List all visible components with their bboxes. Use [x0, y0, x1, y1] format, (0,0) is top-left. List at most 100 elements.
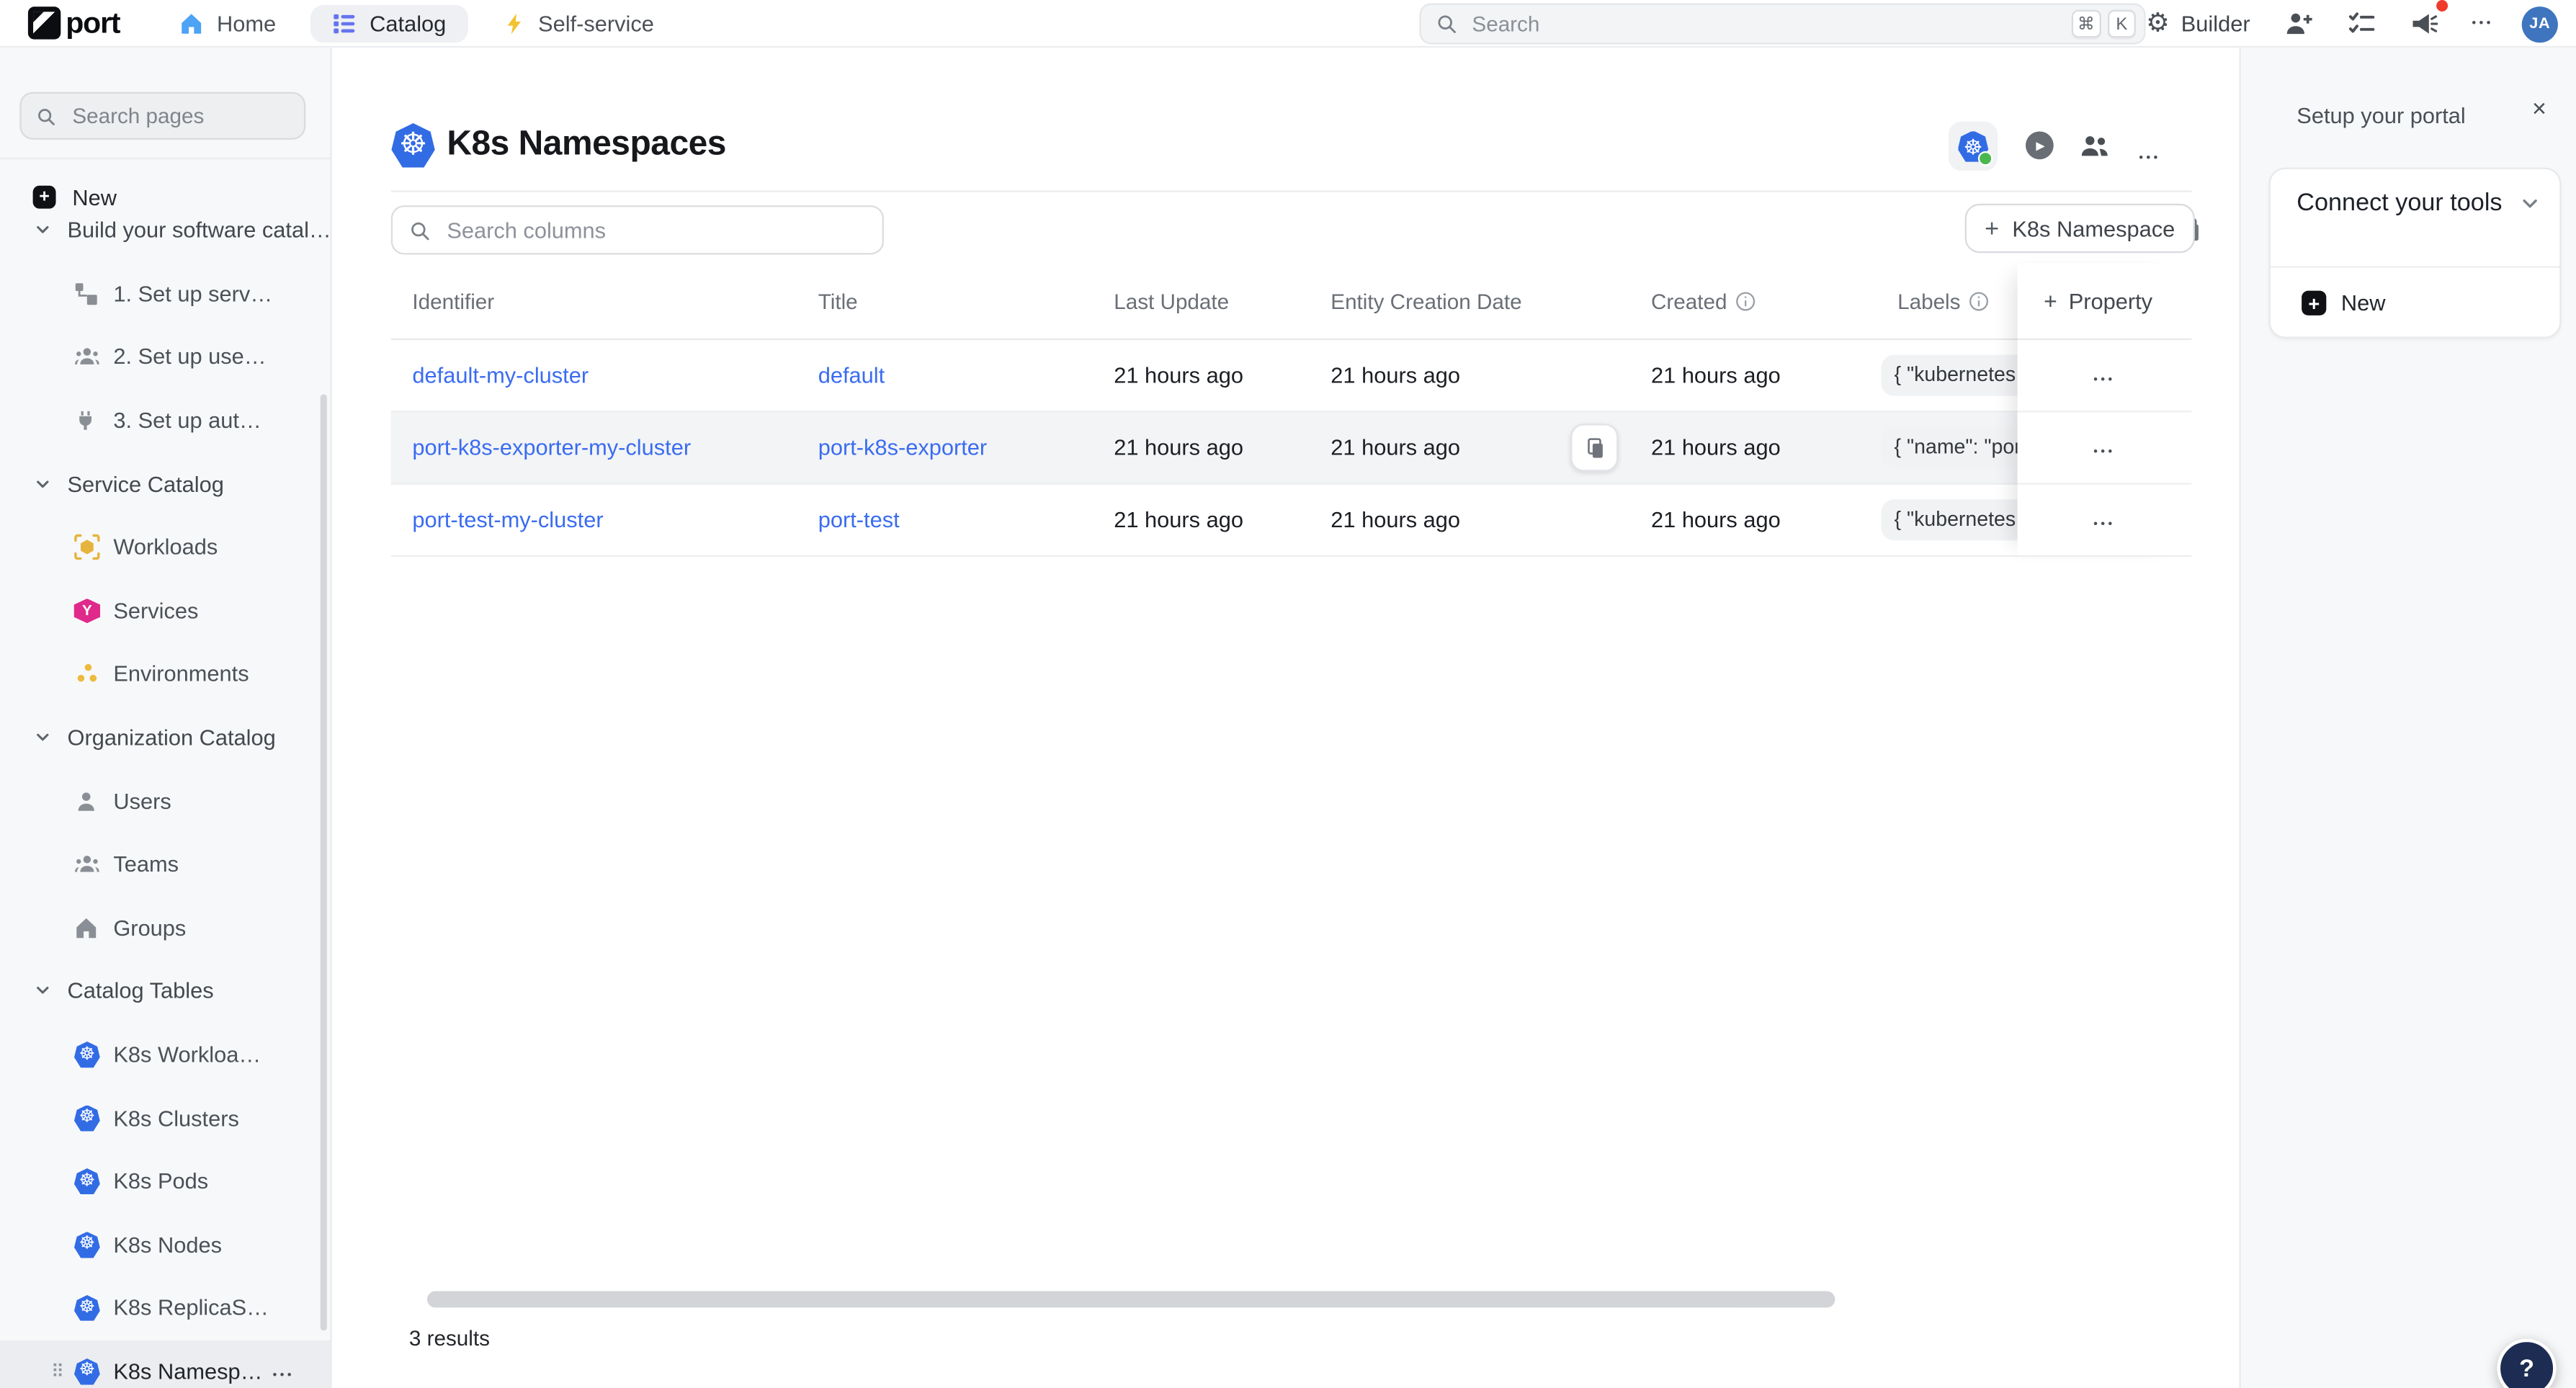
- workloads-cube-icon: [74, 534, 100, 560]
- sidebar-group-organization-catalog[interactable]: Organization Catalog: [0, 706, 332, 769]
- global-search[interactable]: ⌘ K: [1419, 4, 2145, 45]
- more-menu-button[interactable]: •••: [2472, 18, 2493, 30]
- sidebar-item-k8s-clusters[interactable]: ☸ K8s Clusters: [0, 1086, 332, 1150]
- builder-button[interactable]: ⚙ Builder: [2146, 11, 2250, 37]
- close-icon[interactable]: ×: [2532, 97, 2546, 122]
- gear-icon: ⚙: [2146, 11, 2170, 37]
- sidebar-item-k8s-nodes[interactable]: ☸ K8s Nodes: [0, 1213, 332, 1276]
- table-row[interactable]: default-my-cluster default 21 hours ago …: [391, 340, 2192, 412]
- title-link[interactable]: port-test: [818, 508, 900, 532]
- tasks-checklist-button[interactable]: [2347, 10, 2375, 38]
- user-avatar[interactable]: JA: [2522, 6, 2558, 42]
- sidebar-search-input[interactable]: [69, 102, 290, 130]
- identifier-link[interactable]: port-k8s-exporter-my-cluster: [412, 435, 691, 460]
- row-actions-cell: •••: [2018, 485, 2192, 557]
- column-header-entity-creation-date[interactable]: Entity Creation Date: [1310, 263, 1630, 339]
- port-logo[interactable]: port: [28, 6, 120, 40]
- sidebar-item-services[interactable]: Y Services: [0, 579, 332, 642]
- sidebar-group-label: Catalog Tables: [68, 979, 214, 1003]
- copy-value-button[interactable]: [1570, 424, 1618, 471]
- sidebar-item-label: Groups: [113, 915, 186, 940]
- plus-icon: +: [2044, 287, 2057, 313]
- announcements-button[interactable]: [2410, 10, 2438, 38]
- title-link[interactable]: default: [818, 363, 885, 388]
- add-property-button[interactable]: + Property: [2018, 263, 2192, 340]
- kubernetes-icon: ☸: [74, 1168, 100, 1194]
- column-header-identifier[interactable]: Identifier: [391, 263, 797, 339]
- identifier-link[interactable]: port-test-my-cluster: [412, 508, 603, 532]
- sidebar-item-label: 1. Set up serv…: [113, 282, 272, 306]
- play-button[interactable]: ▶: [2026, 131, 2054, 159]
- main-content: ☸ K8s Namespaces ☸ ▶ •••: [332, 48, 2240, 1388]
- row-more-button[interactable]: •••: [2093, 505, 2115, 534]
- created-cell: 21 hours ago: [1629, 340, 1876, 411]
- data-source-status-button[interactable]: ☸: [1949, 122, 1998, 171]
- kubernetes-icon: ☸: [74, 1358, 100, 1384]
- row-more-button[interactable]: •••: [2093, 433, 2115, 462]
- sidebar-item-groups[interactable]: Groups: [0, 896, 332, 959]
- column-header-last-update[interactable]: Last Update: [1093, 263, 1310, 339]
- sidebar-item-users[interactable]: Users: [0, 769, 332, 833]
- sidebar-item-k8s-pods[interactable]: ☸ K8s Pods: [0, 1150, 332, 1213]
- plus-icon: +: [2302, 291, 2326, 315]
- table-row[interactable]: port-test-my-cluster port-test 21 hours …: [391, 485, 2192, 557]
- setup-card: Connect your tools + New: [2269, 168, 2562, 339]
- nav-catalog[interactable]: Catalog: [310, 4, 468, 42]
- more-icon: •••: [273, 1370, 295, 1382]
- sidebar-item-label: K8s Namesp…: [113, 1359, 262, 1384]
- nav-home[interactable]: Home: [176, 4, 279, 42]
- sidebar-item-environments[interactable]: Environments: [0, 642, 332, 706]
- invite-users-button[interactable]: [2285, 10, 2313, 38]
- top-navbar: port Home Catalog Self-service ⌘: [0, 0, 2576, 48]
- sidebar-item-k8s-workloads[interactable]: ☸ K8s Workloa…: [0, 1023, 332, 1086]
- sidebar-group-service-catalog[interactable]: Service Catalog: [0, 452, 332, 516]
- sidebar-item-setup-users[interactable]: 2. Set up use…: [0, 326, 332, 389]
- sidebar-item-label: Teams: [113, 852, 179, 877]
- add-entity-button[interactable]: + K8s Namespace: [1965, 204, 2195, 253]
- drag-handle-icon[interactable]: ⠿: [51, 1361, 64, 1382]
- setup-new-button[interactable]: + New: [2271, 266, 2559, 340]
- sidebar-item-label: Environments: [113, 662, 249, 686]
- nav-self-service[interactable]: Self-service: [498, 4, 657, 42]
- shortcut-keys: ⌘ K: [2071, 10, 2136, 38]
- search-columns[interactable]: [391, 205, 884, 254]
- port-logo-icon: [28, 6, 61, 40]
- plug-icon: [74, 409, 97, 432]
- identifier-link[interactable]: default-my-cluster: [412, 363, 589, 388]
- column-header-created[interactable]: Created: [1629, 263, 1876, 339]
- more-icon: •••: [2093, 519, 2115, 530]
- connect-tools-label: Connect your tools: [2297, 189, 2502, 217]
- global-search-input[interactable]: [1469, 10, 2071, 38]
- sidebar-item-workloads[interactable]: Workloads: [0, 516, 332, 579]
- sidebar-item-label: K8s Clusters: [113, 1106, 239, 1130]
- nav-catalog-label: Catalog: [370, 11, 446, 35]
- sidebar-group-catalog-tables[interactable]: Catalog Tables: [0, 959, 332, 1023]
- sidebar-item-k8s-replicasets[interactable]: ☸ K8s ReplicaS…: [0, 1276, 332, 1340]
- page-more-button[interactable]: •••: [2139, 140, 2160, 169]
- audience-button[interactable]: [2080, 131, 2109, 161]
- table-row[interactable]: port-k8s-exporter-my-cluster port-k8s-ex…: [391, 412, 2192, 484]
- sidebar-item-setup-automations[interactable]: 3. Set up aut…: [0, 389, 332, 452]
- sidebar-item-setup-service[interactable]: 1. Set up serv…: [0, 262, 332, 326]
- chevron-down-icon: [35, 983, 51, 1000]
- setup-portal-panel: Setup your portal × Connect your tools +…: [2239, 48, 2576, 1388]
- results-count: 3 results: [409, 1325, 490, 1350]
- sidebar-item-k8s-namespaces[interactable]: ⠿ ☸ K8s Namesp… •••: [0, 1340, 332, 1388]
- sidebar-item-teams[interactable]: Teams: [0, 833, 332, 896]
- info-icon[interactable]: [1969, 290, 1990, 312]
- connect-tools-section[interactable]: Connect your tools: [2297, 189, 2540, 217]
- info-icon[interactable]: [1735, 290, 1757, 312]
- last-update-cell: 21 hours ago: [1093, 485, 1310, 555]
- row-more-button[interactable]: •••: [2093, 361, 2115, 390]
- more-icon: •••: [2139, 153, 2160, 164]
- kubernetes-icon: ☸: [74, 1105, 100, 1131]
- sidebar-group-label: Service Catalog: [68, 472, 224, 496]
- sidebar-scrollbar[interactable]: [321, 394, 327, 1330]
- title-link[interactable]: port-k8s-exporter: [818, 435, 987, 460]
- horizontal-scrollbar[interactable]: [427, 1291, 1835, 1308]
- column-header-title[interactable]: Title: [797, 263, 1093, 339]
- sidebar-search[interactable]: [19, 92, 305, 140]
- item-more-button[interactable]: •••: [273, 1357, 295, 1387]
- sidebar-group-build-software[interactable]: Build your software catal…: [0, 199, 332, 262]
- search-columns-input[interactable]: [444, 216, 866, 244]
